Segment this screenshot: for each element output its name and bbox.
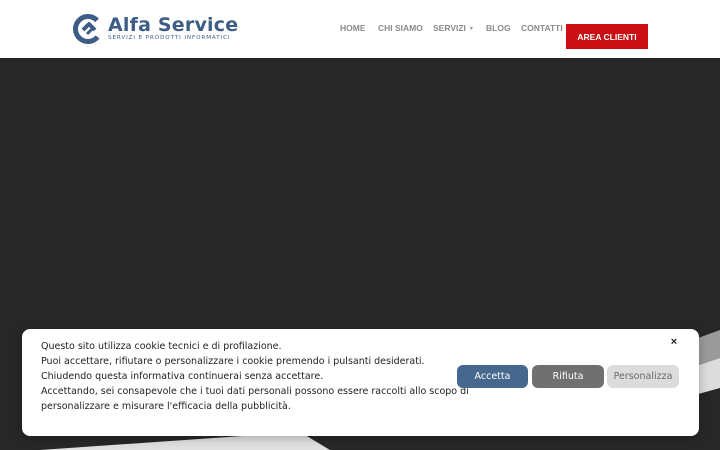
- brand-name: Alfa Service: [108, 14, 239, 36]
- cookie-message-line: Questo sito utilizza cookie tecnici e di…: [41, 341, 282, 352]
- cookie-banner: Questo sito utilizza cookie tecnici e di…: [22, 329, 699, 436]
- brand-tagline: SERVIZI E PRODOTTI INFORMATICI: [108, 35, 231, 41]
- cookie-message-line: Accettando, sei consapevole che i tuoi d…: [41, 386, 469, 397]
- cookie-message-line: personalizzare e misurare l'efficacia de…: [41, 401, 291, 412]
- area-clienti-button[interactable]: AREA CLIENTI: [566, 24, 648, 49]
- customize-cookies-button[interactable]: Personalizza: [607, 365, 679, 388]
- nav-item-contatti[interactable]: CONTATTI: [521, 23, 563, 33]
- accept-cookies-button[interactable]: Accetta: [457, 365, 528, 388]
- nav-item-home[interactable]: HOME: [340, 23, 366, 33]
- brand-logo[interactable]: Alfa Service SERVIZI E PRODOTTI INFORMAT…: [72, 13, 238, 45]
- nav-item-chi-siamo[interactable]: CHI SIAMO: [378, 23, 423, 33]
- chevron-down-icon: ▾: [469, 26, 473, 32]
- cookie-message: Questo sito utilizza cookie tecnici e di…: [41, 339, 469, 414]
- cookie-message-line: Chiudendo questa informativa continuerai…: [41, 371, 324, 382]
- cookie-message-line: Puoi accettare, rifiutare o personalizza…: [41, 356, 425, 367]
- reject-cookies-button[interactable]: Rifiuta: [532, 365, 604, 388]
- close-icon[interactable]: ×: [668, 336, 680, 348]
- nav-item-servizi-label: SERVIZI: [433, 23, 466, 33]
- logo-mark-icon: [73, 14, 103, 44]
- site-header: Alfa Service SERVIZI E PRODOTTI INFORMAT…: [0, 0, 720, 58]
- nav-item-blog[interactable]: BLOG: [486, 23, 511, 33]
- nav-item-servizi[interactable]: SERVIZI ▾: [433, 23, 473, 33]
